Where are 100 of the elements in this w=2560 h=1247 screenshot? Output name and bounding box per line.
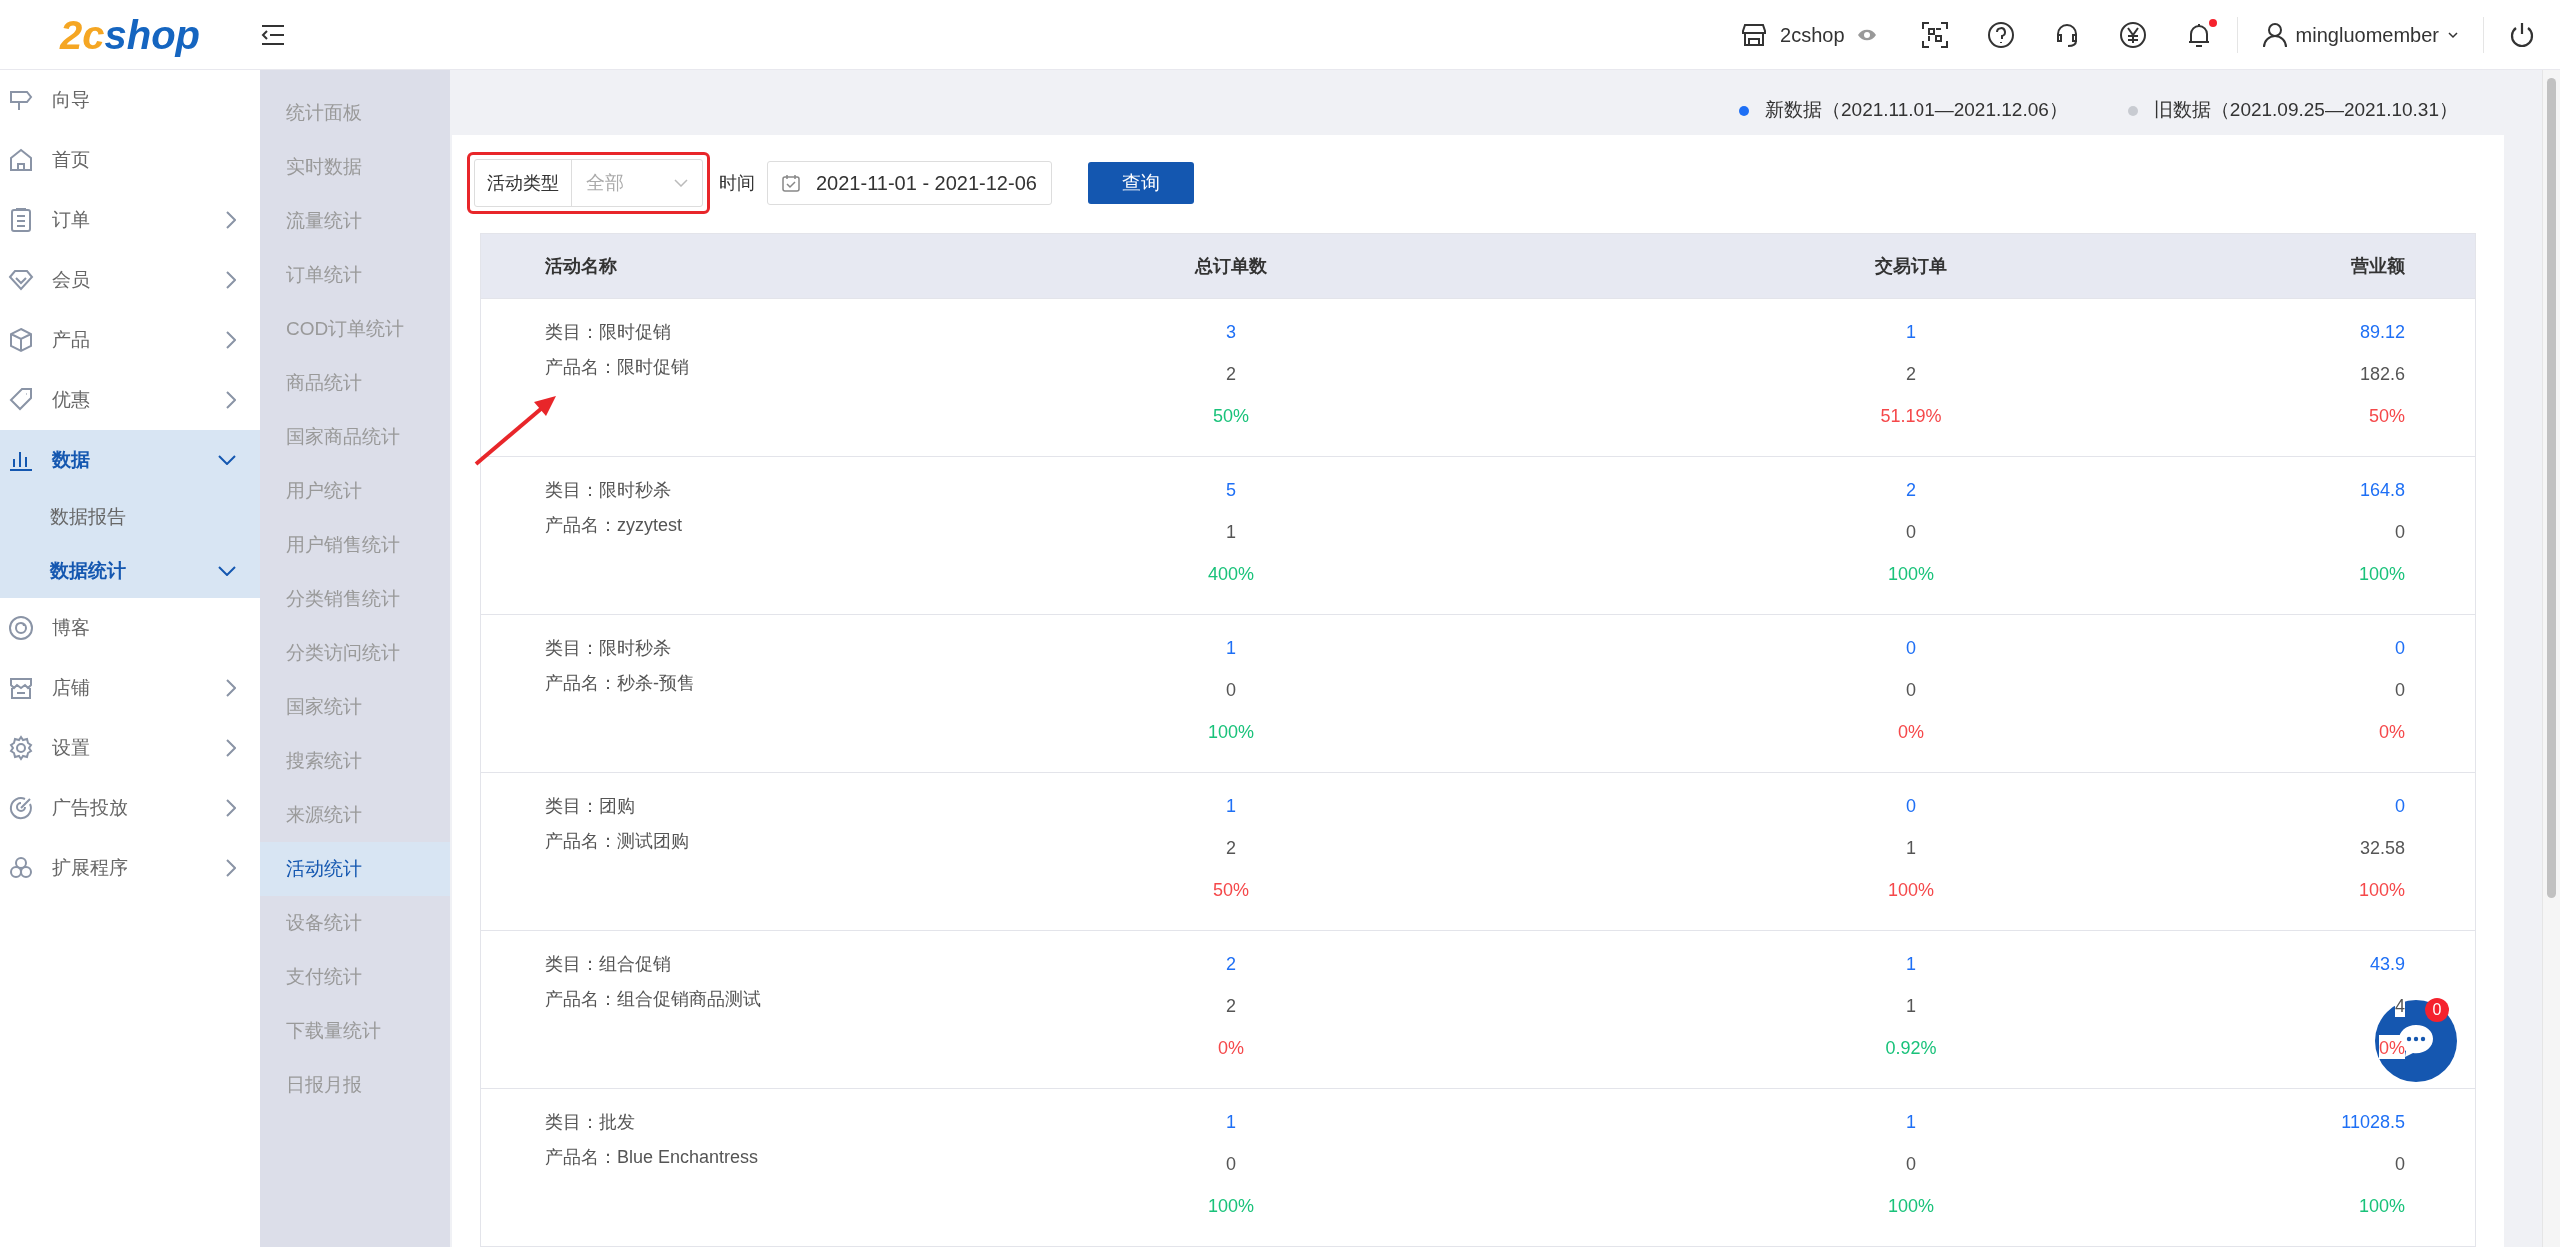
- category-text: 类目：批发: [545, 1111, 636, 1134]
- spiral-icon: [8, 615, 34, 641]
- product-name-text: 产品名：组合促销商品测试: [545, 988, 762, 1011]
- time-label: 时间: [719, 171, 755, 195]
- user-icon: [2261, 21, 2288, 48]
- column-header: 总订单数: [1195, 255, 1267, 276]
- activity-type-select[interactable]: 全部: [571, 160, 702, 206]
- legend-label: 旧数据（2021.09.25—2021.10.31）: [2153, 98, 2458, 123]
- product-name-text: 产品名：秒杀-预售: [545, 672, 696, 695]
- menu-item[interactable]: 数据: [0, 430, 260, 490]
- product-name-text: 产品名：zyzytest: [545, 514, 683, 537]
- new-value: 0: [2395, 795, 2405, 818]
- eye-icon[interactable]: [1856, 27, 1877, 42]
- submenu-item[interactable]: 数据统计: [0, 544, 260, 598]
- cube-icon: [8, 327, 34, 353]
- store-icon: [8, 675, 34, 701]
- clipboard-icon: [8, 207, 34, 233]
- submenu-item[interactable]: 活动统计: [260, 842, 450, 896]
- submenu-item[interactable]: 国家商品统计: [260, 410, 450, 464]
- new-value: 3: [1226, 321, 1236, 344]
- new-value: 0: [1906, 637, 1916, 660]
- menu-item[interactable]: 会员: [0, 250, 260, 310]
- unread-count-badge: 0: [2425, 998, 2449, 1022]
- new-value: 1: [1226, 795, 1236, 818]
- new-value: 0: [2395, 637, 2405, 660]
- new-value: 1: [1906, 321, 1916, 344]
- menu-item[interactable]: 设置: [0, 718, 260, 778]
- new-value: 89.12: [2359, 321, 2405, 344]
- submenu-item[interactable]: 来源统计: [260, 788, 450, 842]
- chevron-down-icon: [674, 179, 688, 187]
- calendar-icon: [782, 174, 800, 192]
- yuan-icon[interactable]: [2118, 20, 2147, 49]
- submenu-item[interactable]: COD订单统计: [260, 302, 450, 356]
- circles-icon: [8, 855, 34, 881]
- qr-code-icon[interactable]: [1920, 20, 1949, 49]
- logo: 2cshop: [59, 14, 200, 55]
- submenu-item[interactable]: 用户统计: [260, 464, 450, 518]
- menu-collapse-icon[interactable]: [260, 23, 286, 46]
- submenu-item[interactable]: 日报月报: [260, 1058, 450, 1112]
- submenu-item[interactable]: 支付统计: [260, 950, 450, 1004]
- chevron-right-icon: [226, 799, 236, 817]
- chevron-down-icon: [218, 566, 236, 576]
- menu-item[interactable]: 博客: [0, 598, 260, 658]
- chevron-right-icon: [226, 859, 236, 877]
- new-value: 2: [1906, 479, 1916, 502]
- category-text: 类目：限时促销: [545, 321, 672, 344]
- chevron-right-icon: [226, 271, 236, 289]
- user-menu[interactable]: mingluomember: [2261, 19, 2459, 50]
- tag-icon: [8, 387, 34, 413]
- column-header: 活动名称: [545, 255, 617, 276]
- new-value: 1: [1906, 953, 1916, 976]
- submenu-item[interactable]: 下载量统计: [260, 1004, 450, 1058]
- menu-item[interactable]: 首页: [0, 130, 260, 190]
- new-value: 11028.5: [2341, 1111, 2405, 1134]
- new-value: 1: [1226, 1111, 1236, 1134]
- product-name-text: 产品名：Blue Enchantress: [545, 1146, 760, 1169]
- change-percent: 0%: [2379, 1035, 2405, 1059]
- menu-item[interactable]: 向导: [0, 70, 260, 130]
- date-range-field[interactable]: 2021-11-01 - 2021-12-06: [767, 161, 1052, 205]
- help-icon[interactable]: [1986, 20, 2015, 49]
- submenu-item[interactable]: 用户销售统计: [260, 518, 450, 572]
- filter-label: 活动类型: [486, 171, 560, 195]
- power-icon[interactable]: [2508, 20, 2536, 49]
- new-value: 2: [1226, 953, 1236, 976]
- submenu-item[interactable]: 统计面板: [260, 86, 450, 140]
- menu-item[interactable]: 产品: [0, 310, 260, 370]
- submenu-item[interactable]: 搜索统计: [260, 734, 450, 788]
- submenu-item[interactable]: 订单统计: [260, 248, 450, 302]
- new-value: 164.8: [2359, 479, 2405, 502]
- legend-label: 新数据（2021.11.01—2021.12.06）: [1765, 98, 2068, 123]
- submenu-item[interactable]: 分类访问统计: [260, 626, 450, 680]
- menu-item[interactable]: 广告投放: [0, 778, 260, 838]
- category-text: 类目：组合促销: [545, 953, 672, 976]
- product-name-text: 产品名：测试团购: [545, 830, 690, 853]
- category-text: 类目：限时秒杀: [545, 479, 672, 502]
- menu-item[interactable]: 店铺: [0, 658, 260, 718]
- query-button[interactable]: 查询: [1087, 162, 1194, 204]
- menu-item[interactable]: 优惠: [0, 370, 260, 430]
- new-value: 1: [1226, 637, 1236, 660]
- category-text: 类目：限时秒杀: [545, 637, 672, 660]
- menu-item[interactable]: 扩展程序: [0, 838, 260, 898]
- submenu-item[interactable]: 商品统计: [260, 356, 450, 410]
- submenu-item[interactable]: 设备统计: [260, 896, 450, 950]
- store-icon[interactable]: [1740, 21, 1769, 48]
- submenu-item[interactable]: 分类销售统计: [260, 572, 450, 626]
- caret-icon: [2447, 30, 2459, 39]
- scrollbar-thumb[interactable]: [2547, 78, 2556, 898]
- submenu-item[interactable]: 流量统计: [260, 194, 450, 248]
- category-text: 类目：团购: [545, 795, 636, 818]
- chevron-right-icon: [226, 331, 236, 349]
- submenu-item[interactable]: 数据报告: [0, 490, 260, 544]
- submenu-item[interactable]: 实时数据: [260, 140, 450, 194]
- store-name[interactable]: 2cshop: [1780, 19, 1845, 50]
- chevron-right-icon: [226, 211, 236, 229]
- product-name-text: 产品名：限时促销: [545, 356, 690, 379]
- chevron-right-icon: [226, 391, 236, 409]
- target-icon: [8, 795, 34, 821]
- submenu-item[interactable]: 国家统计: [260, 680, 450, 734]
- menu-item[interactable]: 订单: [0, 190, 260, 250]
- chevron-down-icon: [218, 455, 236, 465]
